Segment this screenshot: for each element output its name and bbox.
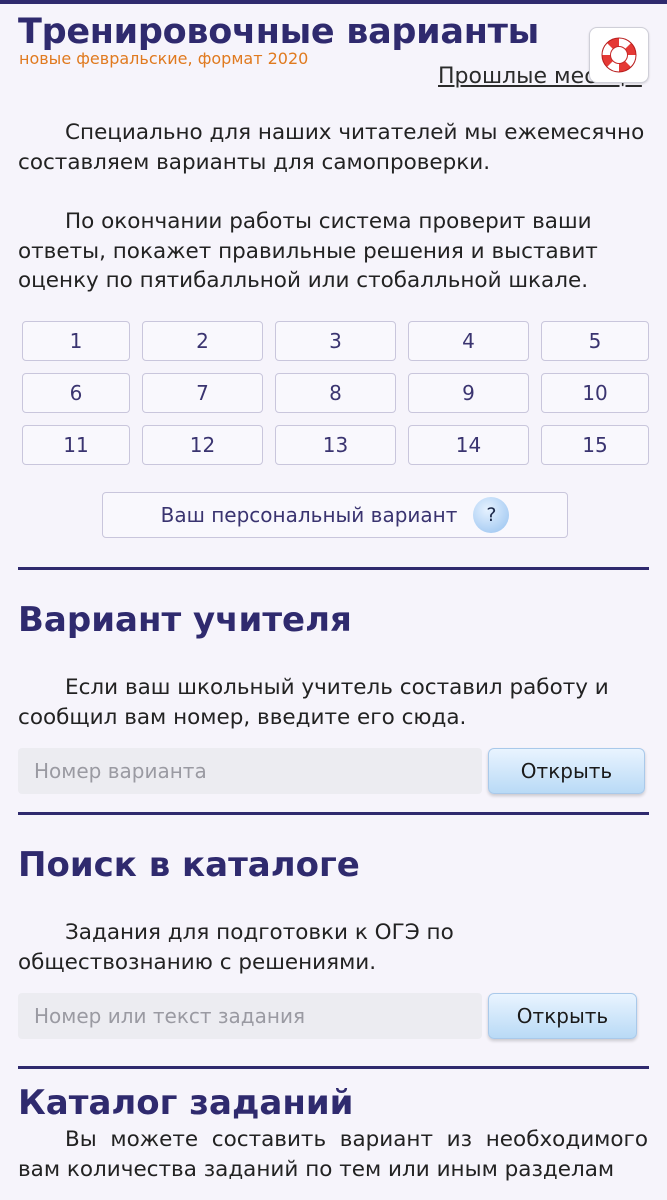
intro-paragraph-1: Специально для наших читателей мы ежемес…: [18, 120, 645, 175]
teacher-section-title: Вариант учителя: [18, 600, 352, 640]
page-subtitle: новые февральские, формат 2020: [19, 49, 309, 68]
variant-button-10[interactable]: 10: [541, 373, 649, 413]
personal-variant-label: Ваш персональный вариант: [160, 503, 458, 527]
variant-button-4[interactable]: 4: [408, 321, 529, 361]
variant-button-13[interactable]: 13: [275, 425, 396, 465]
task-search-input[interactable]: [18, 993, 482, 1039]
variant-button-1[interactable]: 1: [22, 321, 130, 361]
variant-button-12[interactable]: 12: [142, 425, 263, 465]
page-title: Тренировочные варианты: [18, 12, 539, 52]
catalog-text: Вы можете составить вариант из необходим…: [18, 1127, 648, 1182]
variant-button-9[interactable]: 9: [408, 373, 529, 413]
open-variant-button[interactable]: Открыть: [488, 748, 645, 794]
variant-button-14[interactable]: 14: [408, 425, 529, 465]
variant-button-6[interactable]: 6: [22, 373, 130, 413]
personal-variant-button[interactable]: Ваш персональный вариант ?: [102, 492, 568, 538]
help-button[interactable]: [589, 27, 649, 83]
variant-button-7[interactable]: 7: [142, 373, 263, 413]
section-divider: [18, 567, 649, 570]
variant-button-5[interactable]: 5: [541, 321, 649, 361]
catalog-search-title: Поиск в каталоге: [18, 845, 360, 885]
open-task-button[interactable]: Открыть: [488, 993, 637, 1039]
section-divider: [18, 1066, 649, 1069]
intro-paragraph-2: По окончании работы система проверит ваш…: [18, 209, 598, 293]
question-icon[interactable]: ?: [473, 497, 510, 533]
variant-grid: 1 2 3 4 5 6 7 8 9 10 11 12 13 14 15: [22, 321, 649, 465]
page: Тренировочные варианты новые февральские…: [0, 0, 667, 1200]
variant-button-2[interactable]: 2: [142, 321, 263, 361]
variant-number-input[interactable]: [18, 748, 482, 794]
variant-button-15[interactable]: 15: [541, 425, 649, 465]
teacher-text: Если ваш школьный учитель составил работ…: [18, 675, 609, 730]
top-divider: [0, 0, 667, 4]
lifebuoy-icon: [601, 37, 637, 73]
section-divider: [18, 812, 649, 815]
catalog-title: Каталог заданий: [18, 1083, 354, 1123]
variant-button-8[interactable]: 8: [275, 373, 396, 413]
variant-button-11[interactable]: 11: [22, 425, 130, 465]
catalog-search-text: Задания для подготовки к ОГЭ по общество…: [18, 920, 454, 975]
variant-button-3[interactable]: 3: [275, 321, 396, 361]
